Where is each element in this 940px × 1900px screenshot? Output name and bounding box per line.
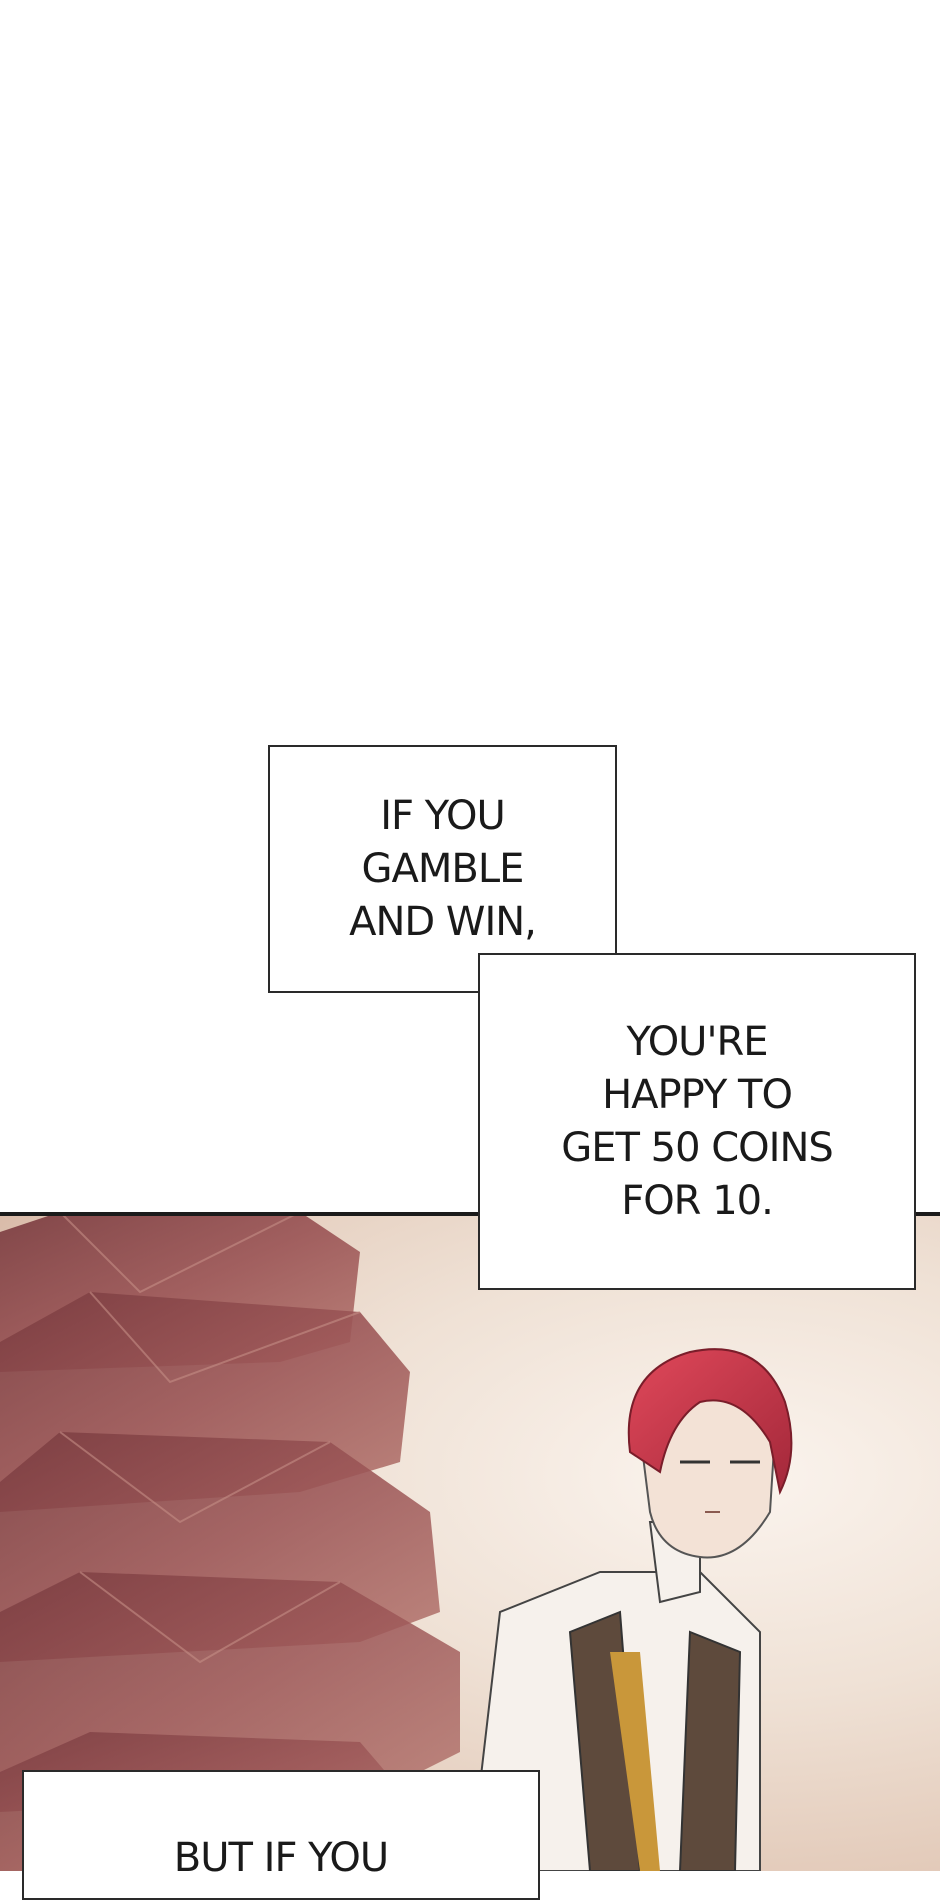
caption-text-third: BUT IF YOU <box>173 1835 389 1881</box>
caption-text-second: YOU'RE HAPPY TO GET 50 COINS FOR 10. <box>561 1018 834 1224</box>
caption-box-second: YOU'RE HAPPY TO GET 50 COINS FOR 10. <box>478 953 916 1290</box>
caption-box-third: BUT IF YOU <box>22 1770 540 1900</box>
caption-text-first: IF YOU GAMBLE AND WIN, <box>349 792 537 945</box>
